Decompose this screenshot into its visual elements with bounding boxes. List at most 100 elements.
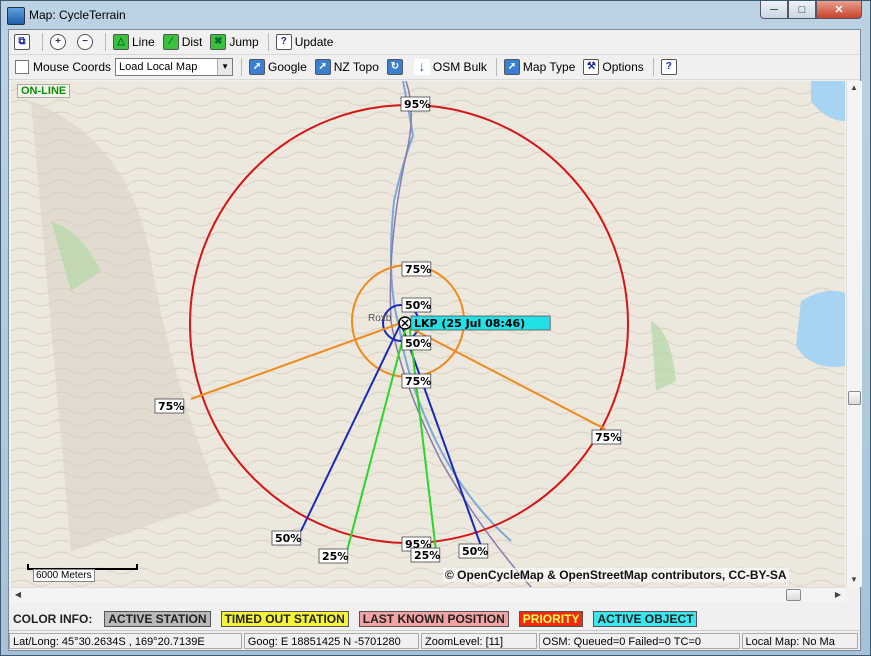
color-chips: ACTIVE STATION TIMED OUT STATION LAST KNOW…	[104, 611, 707, 627]
chevron-down-icon: ▼	[217, 59, 233, 75]
online-status-badge: ON-LINE	[17, 84, 71, 98]
map-toolbar: Mouse Coords Load Local Map ▼ ➚ Google ➚ N…	[9, 55, 860, 80]
help-icon: ?	[275, 34, 292, 50]
line-label: Line	[132, 35, 155, 49]
label-95-top: 95%	[404, 98, 430, 111]
close-button[interactable]: ✕	[816, 1, 862, 19]
color-info-title: COLOR INFO:	[13, 612, 93, 626]
dist-icon: ∕	[162, 34, 179, 50]
label-25-left: 25%	[322, 550, 348, 563]
label-75-left: 75%	[158, 400, 184, 413]
scroll-right-icon[interactable]: ▶	[831, 588, 845, 602]
horizontal-scrollbar[interactable]: ◀ ▶	[11, 587, 846, 602]
label-50-top: 50%	[405, 299, 431, 312]
help-icon: ?	[660, 59, 677, 75]
zoom-out-button[interactable]: −	[74, 32, 99, 52]
windows-icon: ⧉	[14, 34, 30, 50]
maximize-icon: □	[798, 3, 806, 16]
label-50-right: 50%	[462, 545, 488, 558]
google-label: Google	[268, 60, 307, 74]
toolbar-separator	[652, 58, 654, 76]
refresh-icon: ↻	[386, 59, 403, 75]
color-info-legend: COLOR INFO: ACTIVE STATION TIMED OUT STAT…	[9, 609, 860, 629]
label-75-bottom: 75%	[405, 375, 431, 388]
client-area: ⧉ + − △ Line ∕ Dist ✖ Jump ? Update Mouse Co…	[8, 29, 862, 651]
scroll-left-icon[interactable]: ◀	[11, 588, 25, 602]
status-osm: OSM: Queued=0 Failed=0 TC=0	[538, 633, 740, 649]
zoom-out-icon: −	[77, 34, 93, 50]
label-25-right: 25%	[414, 549, 440, 562]
scroll-down-icon[interactable]: ▼	[847, 573, 861, 587]
status-goog: Goog: E 18851425 N -5701280	[243, 633, 420, 649]
color-chip: ACTIVE OBJECT	[593, 611, 698, 627]
scroll-up-icon[interactable]: ▲	[847, 81, 861, 95]
mouse-coords-label: Mouse Coords	[33, 60, 112, 74]
jump-icon: ✖	[210, 34, 227, 50]
label-50-bottom: 50%	[405, 337, 431, 350]
scale-label: 6000 Meters	[33, 569, 95, 582]
osm-bulk-button[interactable]: ↓ OSM Bulk	[411, 57, 490, 77]
vertical-scroll-thumb[interactable]	[848, 391, 861, 405]
toolbar-separator	[105, 33, 106, 51]
map-copyright: © OpenCycleMap & OpenStreetMap contribut…	[443, 568, 789, 582]
map-select[interactable]: Load Local Map ▼	[115, 58, 234, 76]
zoom-in-button[interactable]: +	[47, 32, 72, 52]
app-window: Map: CycleTerrain ─ □ ✕ ⧉ + − △ Line ∕ Dis…	[0, 0, 871, 656]
help-button[interactable]: ?	[658, 57, 683, 77]
minimize-button[interactable]: ─	[760, 1, 788, 19]
status-local-map: Local Map: No Ma	[741, 633, 858, 649]
map-view[interactable]: 95% 75% 50% 50% 75% 75% 75% 50% 25% 95% 25% 50% Roxb…	[11, 81, 845, 587]
maximize-button[interactable]: □	[788, 1, 816, 19]
toolbar-separator	[241, 58, 243, 76]
nz-topo-label: NZ Topo	[333, 60, 379, 74]
status-bar: Lat/Long: 45°30.2634S , 169°20.7139E Goo…	[9, 630, 860, 651]
line-button[interactable]: △ Line	[110, 32, 158, 52]
status-latlong: Lat/Long: 45°30.2634S , 169°20.7139E	[9, 633, 242, 649]
windows-button[interactable]: ⧉	[11, 32, 36, 52]
color-chip: PRIORITY	[518, 611, 584, 627]
label-50-left: 50%	[275, 532, 301, 545]
nz-topo-button[interactable]: ➚ NZ Topo	[312, 57, 382, 77]
color-chip: LAST KNOWN POSITION	[358, 611, 509, 627]
map-canvas[interactable]: 95%75%50%50%75%75%75%50%25%95%25% 50%Roxb…	[11, 81, 845, 587]
toolbar-separator	[267, 33, 269, 51]
google-button[interactable]: ➚ Google	[246, 57, 310, 77]
window-title: Map: CycleTerrain	[29, 8, 126, 22]
osm-bulk-label: OSM Bulk	[432, 60, 487, 74]
town-label: Roxb	[368, 313, 392, 324]
lkp-label: LKP (25 Jul 08:46)	[414, 317, 525, 330]
jump-button[interactable]: ✖ Jump	[207, 32, 261, 52]
title-bar[interactable]: Map: CycleTerrain ─ □ ✕	[1, 1, 870, 29]
main-toolbar: ⧉ + − △ Line ∕ Dist ✖ Jump ? Update	[9, 30, 860, 55]
update-label: Update	[294, 35, 334, 49]
dist-button[interactable]: ∕ Dist	[160, 32, 206, 52]
vertical-scrollbar[interactable]: ▲ ▼	[846, 81, 862, 587]
color-chip: ACTIVE STATION	[104, 611, 211, 627]
refresh-button[interactable]: ↻	[384, 57, 409, 77]
map-type-button[interactable]: ➚ Map Type	[501, 57, 578, 77]
dist-label: Dist	[181, 35, 203, 49]
map-select-value: Load Local Map	[119, 61, 198, 73]
wrench-icon: ⚒	[583, 59, 600, 75]
status-zoom: ZoomLevel: [11]	[421, 633, 537, 649]
map-pin-icon: ➚	[503, 59, 520, 75]
map-type-label: Map Type	[522, 60, 576, 74]
label-75-top: 75%	[405, 263, 431, 276]
minimize-icon: ─	[770, 3, 778, 16]
close-icon: ✕	[834, 4, 844, 16]
map-pin-icon: ➚	[314, 59, 331, 75]
options-label: Options	[602, 60, 644, 74]
map-pin-icon: ➚	[249, 59, 266, 75]
zoom-in-icon: +	[50, 34, 66, 50]
app-icon	[7, 7, 25, 25]
toolbar-separator	[495, 58, 497, 76]
label-75-right: 75%	[595, 431, 621, 444]
mouse-coords-checkbox[interactable]	[15, 60, 29, 74]
jump-label: Jump	[229, 35, 259, 49]
update-button[interactable]: ? Update	[273, 32, 337, 52]
line-icon: △	[113, 34, 129, 50]
options-button[interactable]: ⚒ Options	[580, 57, 646, 77]
download-arrow-icon: ↓	[413, 59, 430, 75]
horizontal-scroll-thumb[interactable]	[786, 589, 801, 601]
toolbar-separator	[42, 33, 43, 51]
